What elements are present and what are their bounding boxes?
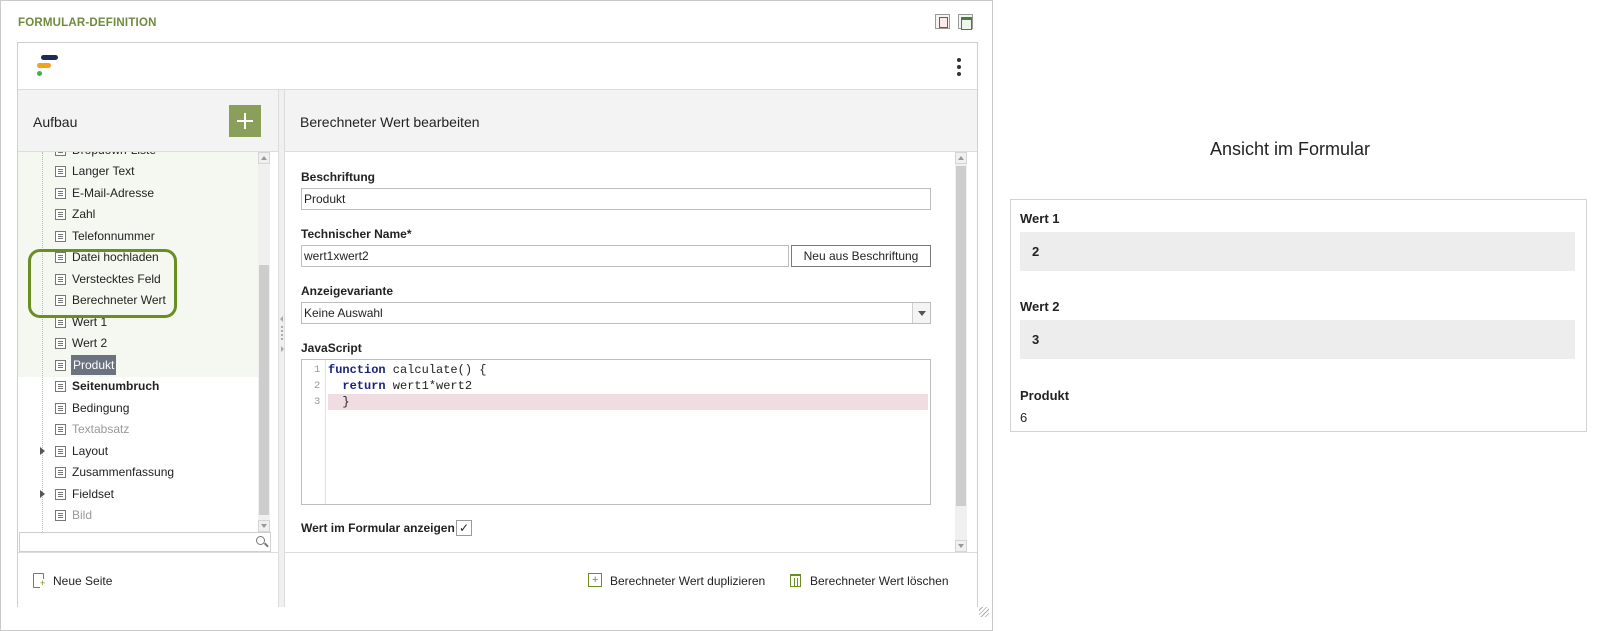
structure-footer: Neue Seite <box>18 552 278 607</box>
javascript-label: JavaScript <box>301 341 362 355</box>
form-scrollbar[interactable] <box>955 152 967 552</box>
expand-arrow-icon[interactable] <box>40 447 45 455</box>
pdf-export-icon[interactable] <box>935 14 950 29</box>
expand-arrow-icon[interactable] <box>40 490 45 498</box>
tree-search-input[interactable] <box>19 532 271 552</box>
file-upload-icon <box>55 252 66 263</box>
code-line: return wert1*wert2 <box>328 379 473 393</box>
paragraph-icon <box>55 424 66 435</box>
collapse-right-icon[interactable] <box>281 346 284 352</box>
form-definition-panel: FORMULAR-DEFINITION Aufbau Dropdown-List… <box>0 0 993 631</box>
show-in-form-row: Wert im Formular anzeigen ✓ <box>301 520 472 536</box>
condition-icon <box>55 403 66 414</box>
display-variant-value: Keine Auswahl <box>304 306 383 320</box>
preview-field-wert-2[interactable]: 3 <box>1020 320 1575 359</box>
panel-title: FORMULAR-DEFINITION <box>18 17 157 29</box>
code-line-active: } <box>328 394 928 410</box>
chevron-down-icon[interactable] <box>912 303 930 323</box>
edit-title: Berechneter Wert bearbeiten <box>300 114 480 130</box>
email-field-icon <box>55 188 66 199</box>
scroll-up-icon[interactable] <box>258 152 270 164</box>
scroll-down-icon[interactable] <box>955 540 967 552</box>
show-in-form-checkbox[interactable]: ✓ <box>456 520 472 536</box>
collapse-left-icon[interactable] <box>280 316 283 322</box>
new-page-icon <box>33 573 46 588</box>
add-element-button[interactable] <box>229 105 261 137</box>
preview-label-wert-2: Wert 2 <box>1020 299 1060 314</box>
drag-handle-icon[interactable] <box>281 326 283 340</box>
structure-pane: Aufbau Dropdown-Liste Langer Text E-Mail… <box>18 90 278 607</box>
structure-tree: Dropdown-Liste Langer Text E-Mail-Adress… <box>18 152 262 532</box>
duplicate-icon <box>588 573 602 587</box>
layout-icon <box>55 446 66 457</box>
text-field-icon <box>55 166 66 177</box>
calculated-field-icon <box>55 295 66 306</box>
form-preview: Wert 1 2 Wert 2 3 Produkt 6 <box>1010 199 1587 432</box>
fieldset-icon <box>55 489 66 500</box>
phone-field-icon <box>55 231 66 242</box>
resize-handle-icon[interactable] <box>979 607 989 617</box>
image-icon <box>55 510 66 521</box>
hidden-field-icon <box>55 274 66 285</box>
editor-topbar <box>18 43 977 90</box>
preview-label-wert-1: Wert 1 <box>1020 211 1060 226</box>
page-break-icon <box>55 381 66 392</box>
edit-form: Beschriftung Technischer Name* Neu aus B… <box>285 152 963 552</box>
caption-label: Beschriftung <box>301 170 376 184</box>
search-icon[interactable] <box>256 536 265 545</box>
tree-scrollbar[interactable] <box>258 152 270 532</box>
preview-field-wert-1[interactable]: 2 <box>1020 232 1575 271</box>
preview-title: Ansicht im Formular <box>1209 139 1371 159</box>
show-in-form-label: Wert im Formular anzeigen <box>301 521 455 535</box>
calculated-field-icon <box>55 360 66 371</box>
number-field-icon <box>55 317 66 328</box>
tech-name-label: Technischer Name* <box>301 227 412 241</box>
code-line: function calculate() { <box>328 363 487 377</box>
caption-input[interactable] <box>301 188 931 210</box>
line-number-gutter: 1 2 3 <box>302 360 326 504</box>
edit-header: Berechneter Wert bearbeiten <box>285 90 977 152</box>
number-field-icon <box>55 209 66 220</box>
preview-value-produkt: 6 <box>1020 410 1028 425</box>
regenerate-name-button[interactable]: Neu aus Beschriftung <box>791 245 931 267</box>
form-editor: Aufbau Dropdown-Liste Langer Text E-Mail… <box>17 42 978 607</box>
edit-footer: Berechneter Wert duplizieren Berechneter… <box>285 552 977 607</box>
scroll-down-icon[interactable] <box>258 520 270 532</box>
javascript-editor[interactable]: 1 2 3 function calculate() { return wert… <box>301 359 931 505</box>
display-variant-label: Anzeigevariante <box>301 284 394 298</box>
structure-title: Aufbau <box>33 114 78 130</box>
more-menu-icon[interactable] <box>956 56 962 78</box>
structure-header: Aufbau <box>18 90 278 152</box>
field-icon <box>55 152 66 156</box>
scroll-up-icon[interactable] <box>955 152 967 164</box>
layout-view-icon[interactable] <box>958 14 973 30</box>
tech-name-input[interactable] <box>301 245 789 267</box>
trash-icon <box>790 574 801 587</box>
number-field-icon <box>55 338 66 349</box>
app-logo-icon <box>37 55 59 81</box>
summary-icon <box>55 467 66 478</box>
display-variant-select[interactable]: Keine Auswahl <box>301 302 931 324</box>
preview-label-produkt: Produkt <box>1020 388 1070 403</box>
edit-pane: Berechneter Wert bearbeiten Beschriftung… <box>285 90 977 607</box>
pane-splitter[interactable] <box>278 90 285 607</box>
